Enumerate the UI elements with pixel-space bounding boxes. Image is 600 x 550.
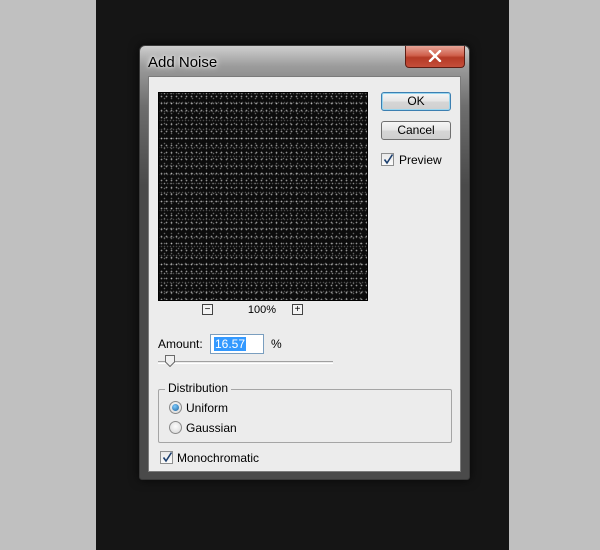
zoom-level: 100% [247, 304, 277, 316]
slider-thumb-icon[interactable] [165, 355, 175, 367]
preview-label: Preview [399, 153, 442, 167]
close-button[interactable] [405, 46, 465, 68]
preview-checkbox[interactable] [381, 153, 394, 166]
gaussian-label: Gaussian [186, 421, 237, 435]
monochromatic-label: Monochromatic [177, 451, 260, 465]
cancel-button[interactable]: Cancel [381, 121, 451, 140]
uniform-radio[interactable] [169, 401, 182, 414]
add-noise-dialog: Add Noise − 100% + OK Cancel Preview Amo… [139, 45, 470, 480]
amount-label: Amount: [158, 337, 203, 351]
amount-unit: % [271, 337, 282, 351]
distribution-title: Distribution [165, 381, 232, 395]
gaussian-radio[interactable] [169, 421, 182, 434]
close-icon [428, 49, 442, 63]
amount-slider-track[interactable] [158, 361, 333, 364]
dialog-titlebar[interactable]: Add Noise [140, 46, 469, 76]
amount-value: 16.57 [214, 337, 247, 351]
ok-button[interactable]: OK [381, 92, 451, 111]
uniform-label: Uniform [186, 401, 229, 415]
dialog-title: Add Noise [148, 54, 218, 71]
dialog-content: − 100% + OK Cancel Preview Amount: 16.57… [148, 76, 461, 472]
monochromatic-checkbox[interactable] [160, 451, 173, 464]
zoom-in-button[interactable]: + [292, 304, 303, 315]
checkmark-icon [383, 154, 394, 165]
checkmark-icon [162, 452, 173, 463]
zoom-out-button[interactable]: − [202, 304, 213, 315]
amount-input[interactable]: 16.57 [210, 334, 264, 354]
noise-preview[interactable] [158, 92, 368, 301]
